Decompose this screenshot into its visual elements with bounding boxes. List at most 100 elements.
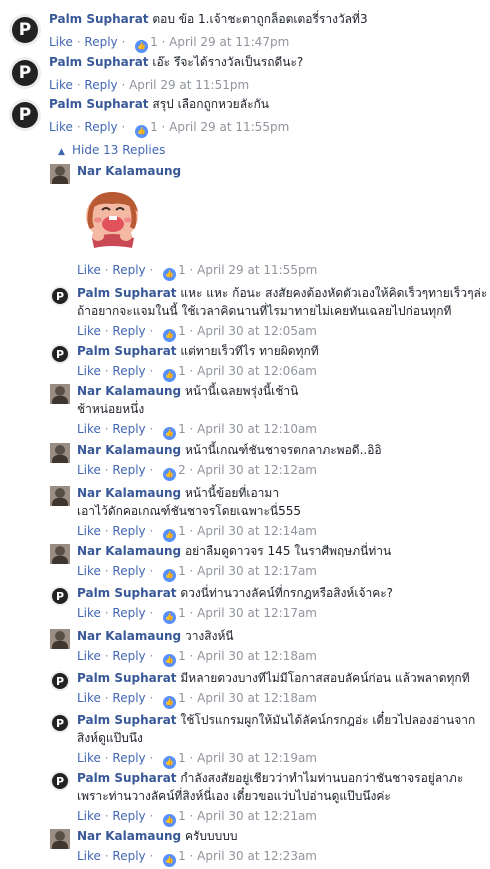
author-name[interactable]: Nar Kalamaung (77, 164, 181, 178)
reply-link[interactable]: Reply (112, 691, 145, 705)
reply-link[interactable]: Reply (112, 422, 145, 436)
like-link[interactable]: Like (49, 120, 73, 134)
reply-link[interactable]: Reply (112, 849, 145, 863)
author-name[interactable]: Palm Supharat (49, 55, 149, 69)
avatar[interactable]: P (50, 344, 70, 364)
like-count[interactable]: 1 (178, 849, 186, 863)
avatar[interactable]: P (50, 771, 70, 791)
like-link[interactable]: Like (77, 324, 101, 338)
timestamp[interactable]: April 29 at 11:51pm (129, 78, 249, 92)
avatar[interactable]: P (50, 586, 70, 606)
reply-body: ครับบบบบ (184, 829, 238, 843)
timestamp[interactable]: April 30 at 12:10am (197, 422, 317, 436)
author-name[interactable]: Nar Kalamaung (77, 544, 181, 558)
like-link[interactable]: Like (77, 649, 101, 663)
timestamp[interactable]: April 30 at 12:17am (197, 564, 317, 578)
reply-link[interactable]: Reply (112, 463, 145, 477)
like-link[interactable]: Like (77, 564, 101, 578)
author-name[interactable]: Palm Supharat (77, 344, 177, 358)
reply-text: Palm Supharat แหะ แหะ ก้อนะ สงสัยคงต้องห… (77, 285, 487, 301)
avatar[interactable] (50, 629, 70, 649)
timestamp[interactable]: April 29 at 11:55pm (169, 120, 289, 134)
author-name[interactable]: Nar Kalamaung (77, 443, 181, 457)
like-link[interactable]: Like (77, 849, 101, 863)
avatar[interactable] (50, 164, 70, 184)
reply-link[interactable]: Reply (112, 364, 145, 378)
reply-link[interactable]: Reply (112, 649, 145, 663)
reply-text: Nar Kalamaung วางสิงห์นี (77, 628, 234, 644)
avatar[interactable]: P (9, 99, 41, 131)
like-link[interactable]: Like (49, 35, 73, 49)
author-name[interactable]: Nar Kalamaung (77, 829, 181, 843)
author-name[interactable]: Palm Supharat (49, 97, 149, 111)
like-link[interactable]: Like (49, 78, 73, 92)
like-count[interactable]: 1 (178, 524, 186, 538)
author-name[interactable]: Nar Kalamaung (77, 629, 181, 643)
timestamp[interactable]: April 30 at 12:05am (197, 324, 317, 338)
reply-link[interactable]: Reply (84, 35, 117, 49)
author-name[interactable]: Palm Supharat (77, 771, 177, 785)
like-link[interactable]: Like (77, 364, 101, 378)
like-link[interactable]: Like (77, 463, 101, 477)
timestamp[interactable]: April 30 at 12:17am (197, 606, 317, 620)
timestamp[interactable]: April 29 at 11:47pm (169, 35, 289, 49)
like-count[interactable]: 1 (178, 809, 186, 823)
reply-link[interactable]: Reply (84, 120, 117, 134)
timestamp[interactable]: April 30 at 12:18am (197, 649, 317, 663)
avatar[interactable]: P (50, 286, 70, 306)
like-count[interactable]: 1 (178, 364, 186, 378)
like-link[interactable]: Like (77, 691, 101, 705)
like-count[interactable]: 1 (178, 263, 186, 277)
like-count[interactable]: 1 (178, 649, 186, 663)
like-count[interactable]: 1 (150, 120, 158, 134)
like-count[interactable]: 1 (178, 691, 186, 705)
thumbs-up-icon: 👍 (163, 468, 177, 481)
timestamp[interactable]: April 30 at 12:06am (197, 364, 317, 378)
timestamp[interactable]: April 30 at 12:18am (197, 691, 317, 705)
hide-replies-link[interactable]: ▲ Hide 13 Replies (58, 142, 165, 160)
like-count[interactable]: 1 (178, 606, 186, 620)
timestamp[interactable]: April 30 at 12:12am (197, 463, 317, 477)
reply-link[interactable]: Reply (112, 524, 145, 538)
reply-link[interactable]: Reply (112, 751, 145, 765)
avatar[interactable]: P (50, 671, 70, 691)
timestamp[interactable]: April 29 at 11:55pm (197, 263, 317, 277)
avatar[interactable]: P (50, 713, 70, 733)
like-count[interactable]: 1 (178, 564, 186, 578)
author-name[interactable]: Palm Supharat (77, 671, 177, 685)
like-count[interactable]: 1 (178, 422, 186, 436)
avatar[interactable] (50, 486, 70, 506)
avatar[interactable] (50, 829, 70, 849)
avatar[interactable] (50, 384, 70, 404)
like-link[interactable]: Like (77, 524, 101, 538)
like-link[interactable]: Like (77, 606, 101, 620)
avatar[interactable] (50, 443, 70, 463)
like-link[interactable]: Like (77, 809, 101, 823)
timestamp[interactable]: April 30 at 12:19am (197, 751, 317, 765)
author-name[interactable]: Nar Kalamaung (77, 486, 181, 500)
avatar[interactable] (50, 544, 70, 564)
reply-link[interactable]: Reply (84, 78, 117, 92)
reply-link[interactable]: Reply (112, 809, 145, 823)
like-link[interactable]: Like (77, 751, 101, 765)
author-name[interactable]: Palm Supharat (77, 586, 177, 600)
reply-link[interactable]: Reply (112, 263, 145, 277)
like-count[interactable]: 1 (150, 35, 158, 49)
reply-link[interactable]: Reply (112, 606, 145, 620)
author-name[interactable]: Palm Supharat (77, 286, 177, 300)
reply-link[interactable]: Reply (112, 564, 145, 578)
reply-link[interactable]: Reply (112, 324, 145, 338)
timestamp[interactable]: April 30 at 12:14am (197, 524, 317, 538)
thumbs-up-icon: 👍 (163, 814, 177, 827)
like-link[interactable]: Like (77, 422, 101, 436)
like-count[interactable]: 1 (178, 751, 186, 765)
like-count[interactable]: 1 (178, 324, 186, 338)
author-name[interactable]: Palm Supharat (77, 713, 177, 727)
avatar[interactable]: P (9, 57, 41, 89)
like-count[interactable]: 2 (178, 463, 186, 477)
timestamp[interactable]: April 30 at 12:23am (197, 849, 317, 863)
reply-text: Nar Kalamaung หน้านี้เฉลยพรุ่งนี้เช้านิ (77, 383, 298, 399)
author-name[interactable]: Nar Kalamaung (77, 384, 181, 398)
like-link[interactable]: Like (77, 263, 101, 277)
timestamp[interactable]: April 30 at 12:21am (197, 809, 317, 823)
